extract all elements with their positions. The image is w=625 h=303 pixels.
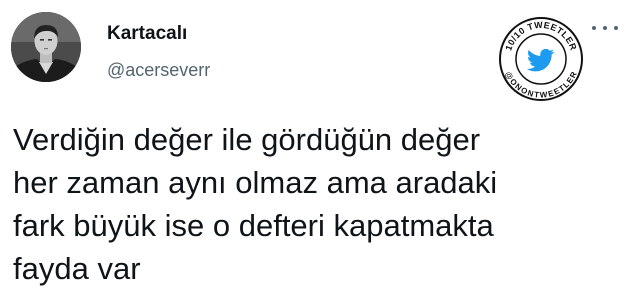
more-dots-icon [592,26,596,30]
tweet-text-line: her zaman aynı olmaz ama aradaki [13,165,498,200]
tweet-text: Verdiğin değer ile gördüğün değer her za… [13,118,613,290]
tweet-card: Kartacalı @acerseverr 10/10 TWEETLER @ON… [0,0,625,303]
more-options-button[interactable] [592,20,618,36]
display-name[interactable]: Kartacalı [107,23,187,45]
tweet-badge-logo: 10/10 TWEETLER @ONONTWEETLER [498,16,584,102]
tweet-text-line: fayda var [13,251,141,286]
tweet-text-line: Verdiğin değer ile gördüğün değer [13,122,481,157]
avatar[interactable] [11,12,81,82]
tweet-text-line: fark büyük ise o defteri kapatmakta [13,208,494,243]
avatar-photo [11,12,81,82]
username[interactable]: @acerseverr [107,59,210,81]
